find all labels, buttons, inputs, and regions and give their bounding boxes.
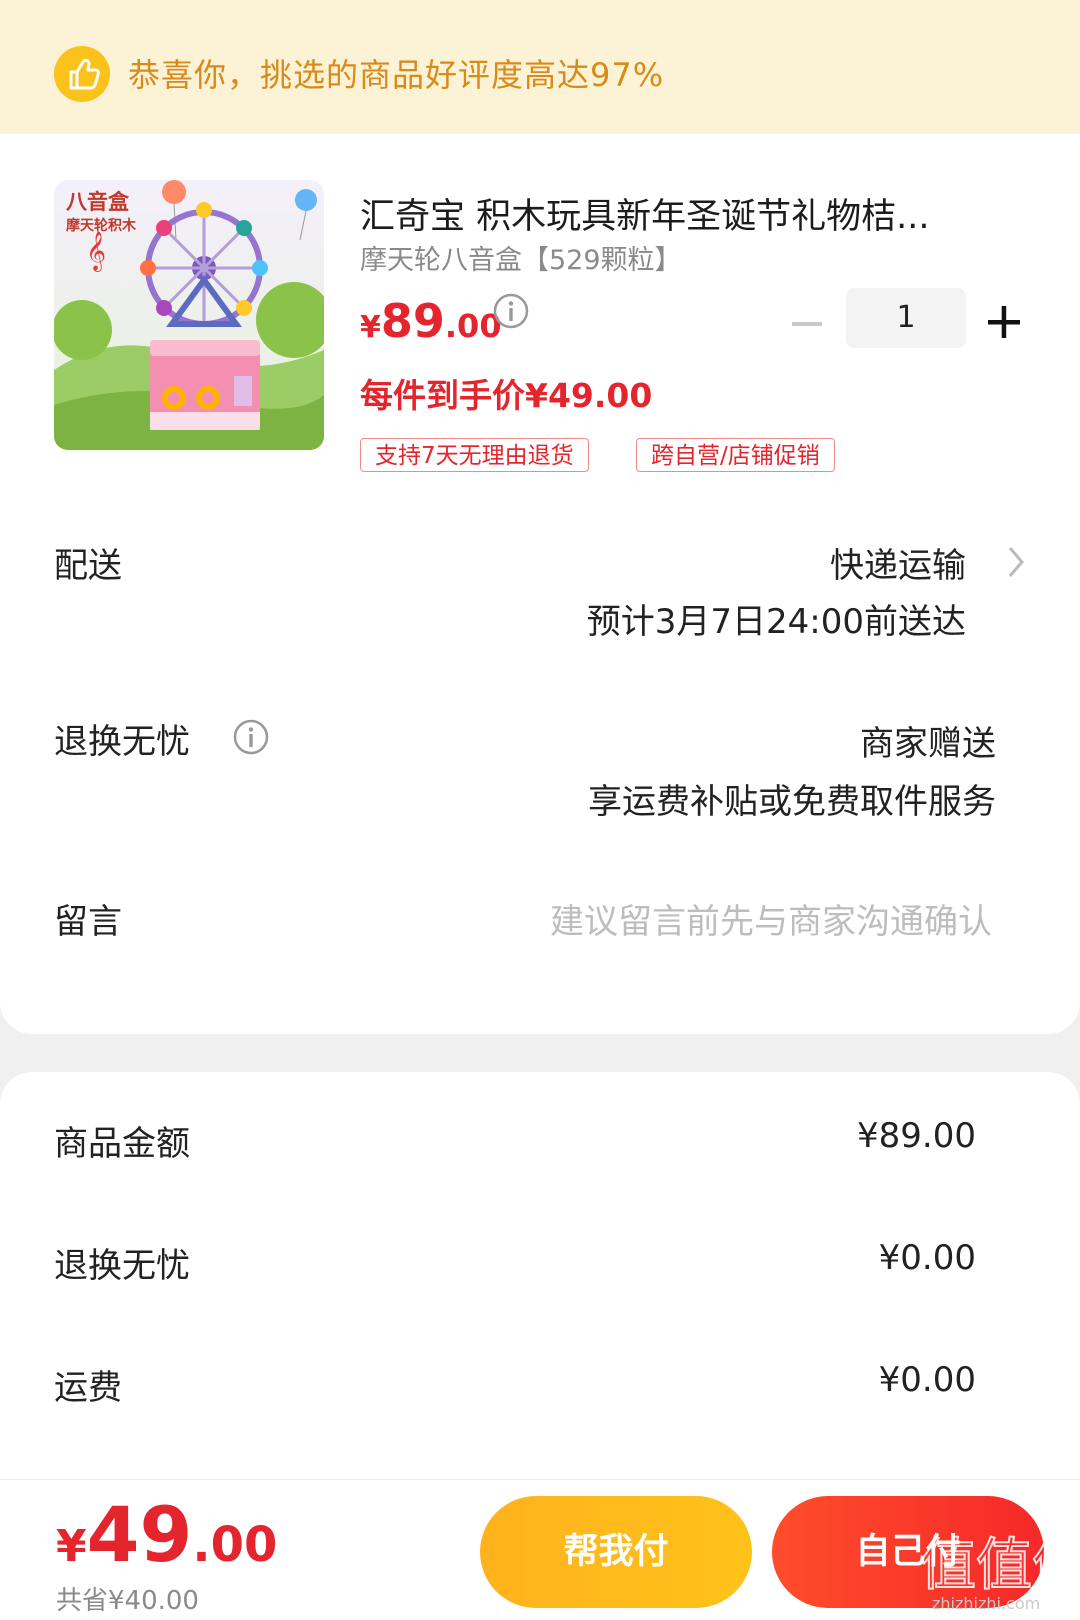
checkout-bar: ¥49.00 共省¥40.00 帮我付 自己付 [0,1479,1080,1620]
price-info-icon[interactable] [492,292,529,329]
summary-returns-label: 退换无忧 [54,1246,190,1286]
summary-shipping-label: 运费 [54,1368,122,1408]
banner-text: 恭喜你，挑选的商品好评度高达97% [128,56,665,94]
chevron-right-icon[interactable] [1004,542,1028,582]
tag-promotion: 跨自营/店铺促销 [636,438,835,472]
product-image-label: 八音盒 摩天轮积木 [66,189,136,235]
summary-goods-value: ¥89.00 [857,1116,976,1156]
message-input[interactable]: 建议留言前先与商家沟通确认 [550,894,992,943]
delivery-method[interactable]: 快递运输 [830,538,966,587]
thumbs-up-icon [54,46,110,102]
delivery-eta: 预计3月7日24:00前送达 [586,602,966,642]
returns-detail: 享运费补贴或免费取件服务 [588,782,996,822]
returns-info-icon[interactable] [232,718,269,755]
tag-7day-return: 支持7天无理由退货 [360,438,589,472]
product-title[interactable]: 汇奇宝 积木玩具新年圣诞节礼物桔... [360,188,1000,239]
quantity-decrease-button[interactable] [788,304,828,344]
summary-returns-value: ¥0.00 [878,1238,976,1278]
order-card: 𝄞 八音盒 摩天轮积木 汇奇宝 积木玩具新年圣诞节礼物桔... 摩天轮八音盒【5… [0,134,1080,1034]
help-pay-button[interactable]: 帮我付 [480,1496,752,1608]
watermark-text: 值值值 [920,1533,1070,1598]
praise-banner: 恭喜你，挑选的商品好评度高达97% [0,0,1080,134]
product-spec[interactable]: 摩天轮八音盒【529颗粒】 [360,238,682,277]
unit-price: ¥89.00 [360,294,502,348]
summary-shipping-value: ¥0.00 [878,1360,976,1400]
quantity-value[interactable]: 1 [846,288,966,348]
saved-amount: 共省¥40.00 [56,1586,199,1616]
summary-goods-label: 商品金额 [54,1124,190,1164]
product-image[interactable]: 𝄞 八音盒 摩天轮积木 [54,180,324,450]
watermark-url: zhizhizhi.com [932,1594,1041,1613]
message-label: 留言 [54,902,122,942]
net-price: 每件到手价¥49.00 [360,376,653,415]
total-price: ¥49.00 [56,1490,278,1579]
returns-value: 商家赠送 [860,724,996,764]
quantity-increase-button[interactable] [984,302,1024,342]
returns-label: 退换无忧 [54,722,190,762]
delivery-label: 配送 [54,546,122,586]
